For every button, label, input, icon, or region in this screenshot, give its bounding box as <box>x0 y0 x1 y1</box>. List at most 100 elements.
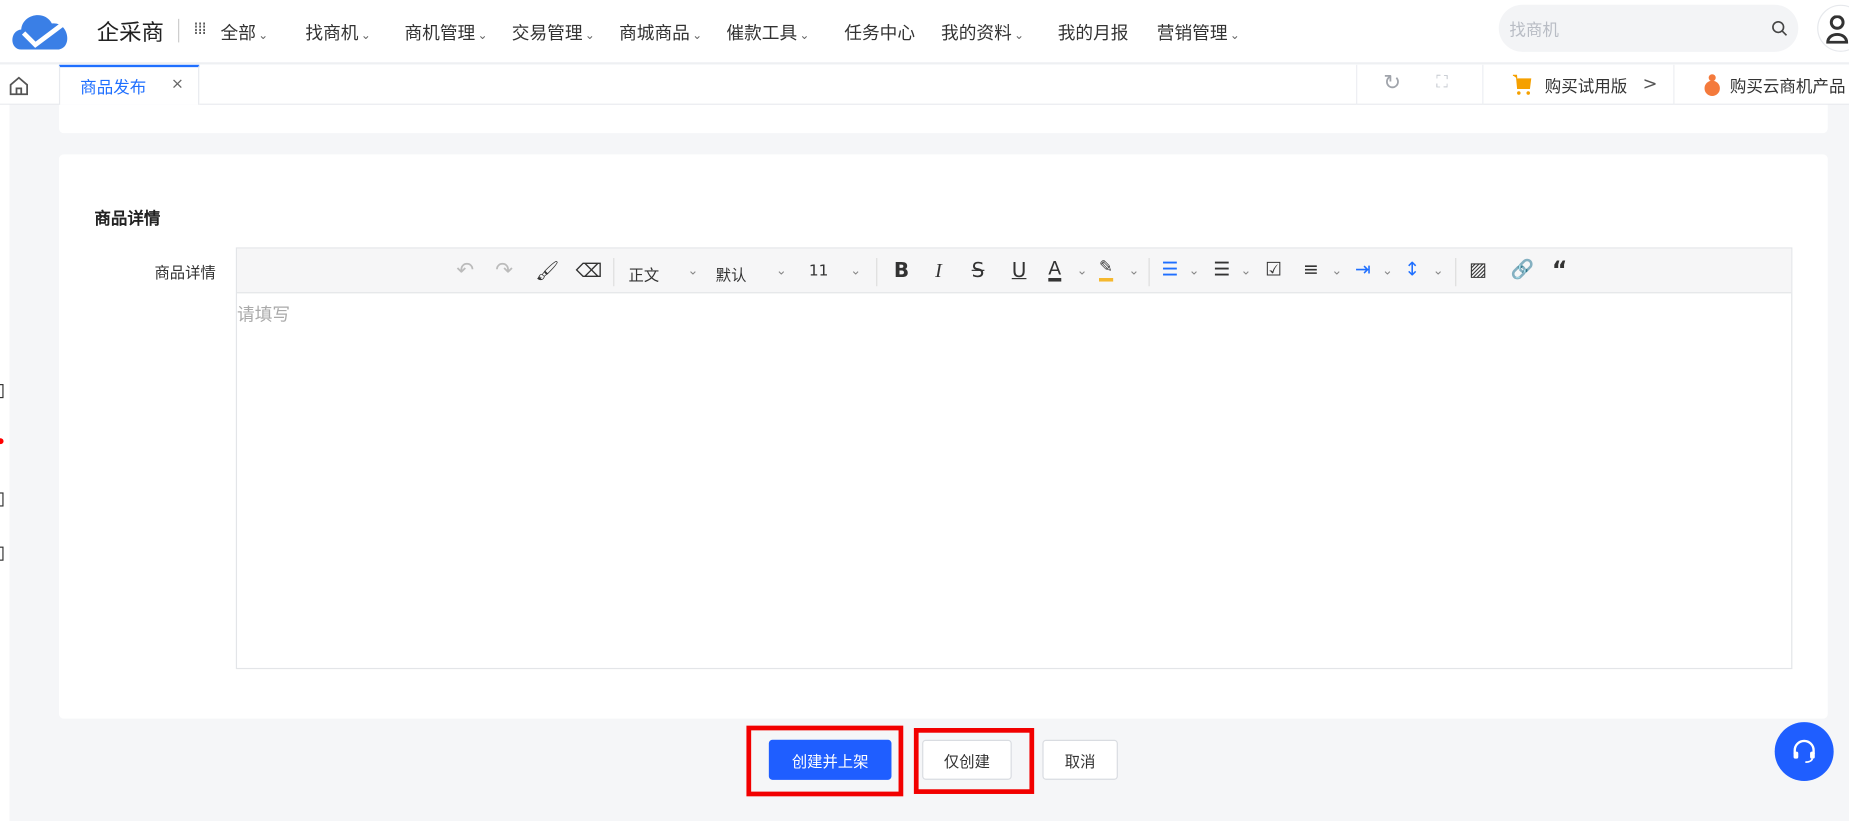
left-sidebar <box>0 104 10 821</box>
align-left-icon[interactable]: ≡ <box>1303 258 1319 280</box>
image-icon[interactable]: ▨ <box>1469 258 1487 280</box>
chevron-right-icon: > <box>1642 73 1658 95</box>
grid-icon[interactable]: ⁞⁞⁞ <box>193 20 206 39</box>
close-icon[interactable]: × <box>171 75 184 93</box>
divider <box>1482 64 1484 105</box>
divider <box>1356 64 1358 105</box>
fullscreen-icon[interactable]: ⛶ <box>1436 73 1448 92</box>
search-icon[interactable] <box>1771 20 1788 36</box>
nav-label: 交易管理 <box>511 22 583 44</box>
nav-label: 我的资料 <box>941 22 1012 44</box>
font-select[interactable]: 默认 <box>716 263 747 285</box>
link-icon[interactable]: 🔗 <box>1511 258 1534 280</box>
format-painter-icon[interactable]: 🖌 <box>535 259 559 281</box>
nav-label: 商城商品 <box>619 22 690 44</box>
chevron-down-icon: ⌄ <box>1188 262 1200 279</box>
chevron-down-icon: ⌄ <box>692 29 703 43</box>
editor-toolbar: ↶ ↷ 🖌 ⌫ 正文 ⌄ 默认 ⌄ 11 ⌄ B I S U A ⌄ ✎ ⌄ ☰… <box>237 248 1792 294</box>
chevron-down-icon: ⌄ <box>850 262 862 279</box>
user-icon <box>1826 15 1849 44</box>
cancel-button[interactable]: 取消 <box>1042 739 1118 780</box>
divider <box>1148 257 1150 287</box>
undo-icon[interactable]: ↶ <box>456 258 474 283</box>
chevron-down-icon: ⌄ <box>258 29 269 43</box>
divider <box>613 257 615 287</box>
chevron-down-icon: ⌄ <box>360 29 371 43</box>
nav-label: 找商机 <box>305 22 359 44</box>
search-input[interactable]: 找商机 <box>1509 18 1559 42</box>
headset-icon <box>1793 739 1815 764</box>
create-only-button[interactable]: 仅创建 <box>922 739 1012 780</box>
nav-item[interactable]: 交易管理 ⌄ <box>512 20 595 45</box>
chevron-down-icon: ⌄ <box>1432 262 1444 279</box>
chevron-down-icon: ⌄ <box>477 29 488 43</box>
customer-service-button[interactable] <box>1774 722 1834 782</box>
chevron-down-icon: ⌄ <box>1331 262 1343 279</box>
highlight-icon[interactable]: ✎ <box>1099 258 1113 282</box>
chevron-down-icon: ⌄ <box>1229 29 1240 43</box>
italic-icon[interactable]: I <box>935 259 942 283</box>
nav-all-label: 全部 <box>220 22 256 44</box>
buy-cloud-link[interactable]: 购买云商机产品 <box>1730 74 1846 98</box>
nav-label: 我的月报 <box>1057 22 1129 44</box>
brand-name: 企采商 <box>96 20 164 46</box>
font-size-select[interactable]: 11 <box>809 263 829 281</box>
sidebar-icon[interactable] <box>0 546 4 561</box>
nav-item[interactable]: 商机管理 ⌄ <box>404 20 487 45</box>
refresh-icon[interactable]: ↻ <box>1383 71 1401 96</box>
font-color-icon[interactable]: A <box>1048 258 1062 282</box>
nav-item[interactable]: 商城商品 ⌄ <box>619 20 702 45</box>
strikethrough-icon[interactable]: S <box>972 259 985 283</box>
todo-checkbox-icon[interactable]: ☑ <box>1265 258 1282 280</box>
search-box[interactable]: 找商机 <box>1498 4 1799 52</box>
nav-label: 营销管理 <box>1156 22 1228 44</box>
divider <box>178 18 180 43</box>
nav-item[interactable]: 找商机 ⌄ <box>305 20 370 45</box>
numbered-list-icon[interactable]: ☰ <box>1213 258 1230 280</box>
chevron-down-icon: ⌄ <box>1128 262 1140 279</box>
quote-icon[interactable]: “ <box>1552 256 1568 284</box>
line-height-icon[interactable]: ↕ <box>1404 258 1420 280</box>
nav-label: 催款工具 <box>726 22 798 44</box>
nav-item[interactable]: 营销管理 ⌄ <box>1157 20 1240 45</box>
eraser-icon[interactable]: ⌫ <box>575 259 602 281</box>
nav-all[interactable]: 全部 ⌄ <box>221 20 269 45</box>
sidebar-icon[interactable] <box>0 492 4 507</box>
nav-item[interactable]: 任务中心 <box>844 20 915 45</box>
avatar[interactable] <box>1817 4 1849 52</box>
chevron-down-icon: ⌄ <box>775 262 787 279</box>
tab-label: 商品发布 <box>80 78 147 98</box>
chevron-down-icon: ⌄ <box>1076 262 1088 279</box>
nav-item[interactable]: 我的月报 <box>1058 20 1129 45</box>
tab-bar: 商品发布 × ↻ ⛶ 购买试用版 > 购买云商机产品 <box>0 64 1849 105</box>
bold-icon[interactable]: B <box>894 259 909 283</box>
chevron-down-icon: ⌄ <box>1014 29 1025 43</box>
divider <box>1673 64 1675 105</box>
product-detail-card: 商品详情 商品详情 ↶ ↷ 🖌 ⌫ 正文 ⌄ 默认 ⌄ 11 ⌄ B I S U… <box>58 154 1828 719</box>
paragraph-select[interactable]: 正文 <box>629 263 660 285</box>
redo-icon[interactable]: ↷ <box>495 258 513 283</box>
underline-icon[interactable]: U <box>1012 259 1027 283</box>
nav-item[interactable]: 我的资料 ⌄ <box>941 20 1024 45</box>
create-and-publish-button[interactable]: 创建并上架 <box>768 739 892 780</box>
rich-text-editor: ↶ ↷ 🖌 ⌫ 正文 ⌄ 默认 ⌄ 11 ⌄ B I S U A ⌄ ✎ ⌄ ☰… <box>235 247 1793 670</box>
buy-trial-link[interactable]: 购买试用版 <box>1545 74 1628 98</box>
top-nav: 企采商 ⁞⁞⁞ 全部 ⌄ 找商机 ⌄ 商机管理 ⌄ 交易管理 ⌄ 商城商品 ⌄ 催款工具 ⌄… <box>0 0 1849 64</box>
logo-icon <box>12 15 68 50</box>
nav-label: 任务中心 <box>844 22 916 44</box>
notification-dot <box>0 438 4 445</box>
previous-section-card <box>58 104 1828 134</box>
home-icon[interactable] <box>8 75 29 96</box>
chevron-down-icon: ⌄ <box>1240 262 1252 279</box>
chevron-down-icon: ⌄ <box>799 29 810 43</box>
cart-icon <box>1512 74 1532 95</box>
indent-icon[interactable]: ⇥ <box>1355 258 1371 280</box>
nav-label: 商机管理 <box>404 22 476 44</box>
nav-item[interactable]: 催款工具 ⌄ <box>726 20 809 45</box>
money-bag-icon <box>1704 74 1720 97</box>
bullet-list-icon[interactable]: ☰ <box>1162 258 1179 280</box>
tab-product-publish[interactable]: 商品发布 × <box>58 64 200 105</box>
section-title: 商品详情 <box>94 209 161 229</box>
sidebar-icon[interactable] <box>0 384 4 399</box>
editor-content[interactable]: 请填写 <box>237 302 290 327</box>
